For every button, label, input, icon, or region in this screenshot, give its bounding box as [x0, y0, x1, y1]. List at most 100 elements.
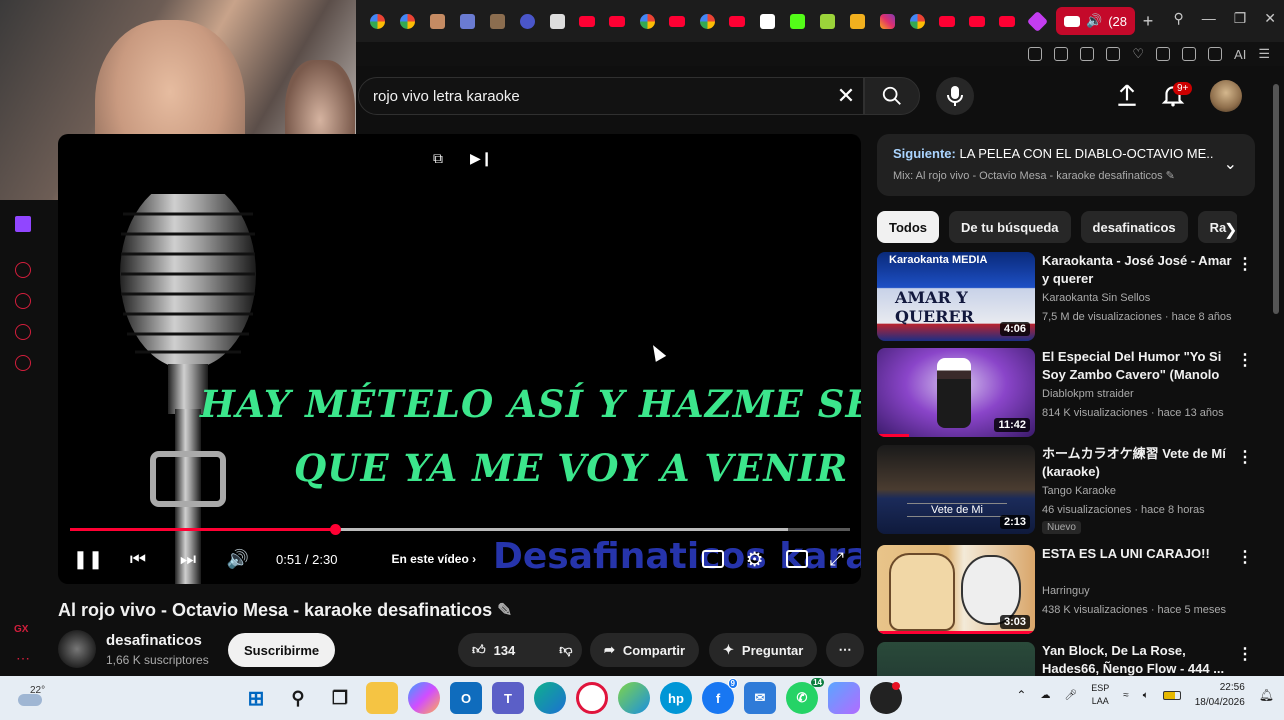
tab-google[interactable]: [632, 6, 662, 36]
teams-icon[interactable]: T: [492, 682, 524, 714]
tab-instagram[interactable]: [872, 6, 902, 36]
up-next-panel[interactable]: Siguiente: LA PELEA CON EL DIABLO-OCTAVI…: [877, 134, 1255, 196]
recommendation-item[interactable]: Yan Block, De La Rose, Hades66, Ñengo Fl…: [877, 642, 1257, 676]
pin-icon[interactable]: [1028, 47, 1043, 61]
hp-icon[interactable]: hp: [660, 682, 692, 714]
search-input[interactable]: rojo vivo letra karaoke: [358, 77, 864, 115]
tab-youtube[interactable]: [602, 6, 632, 36]
chevron-up-icon[interactable]: ⌃: [1016, 688, 1026, 702]
tab-youtube[interactable]: [572, 6, 602, 36]
tab-site[interactable]: [812, 6, 842, 36]
theater-mode-icon[interactable]: [785, 550, 808, 568]
extensions-icon[interactable]: [15, 324, 31, 340]
tab-site[interactable]: [542, 6, 572, 36]
subtitles-icon[interactable]: [701, 550, 724, 568]
twitch-icon[interactable]: [15, 216, 31, 232]
settings-icon[interactable]: [15, 355, 31, 371]
previous-button[interactable]: ⏮: [120, 542, 156, 576]
outlook-icon[interactable]: O: [450, 682, 482, 714]
more-vert-icon[interactable]: ⋮: [1237, 644, 1253, 664]
chapters-button[interactable]: En este vídeo ›: [391, 552, 476, 566]
tab-kick[interactable]: [782, 6, 812, 36]
scrollbar-thumb[interactable]: [1273, 84, 1279, 314]
thumbnail[interactable]: Karaokanta MEDIA AMAR Y QUERER 4:06: [877, 252, 1035, 341]
copilot-icon[interactable]: [408, 682, 440, 714]
play-icon[interactable]: [1106, 47, 1121, 61]
menu-icon[interactable]: ☰: [1258, 46, 1270, 62]
page-scrollbar[interactable]: [1272, 70, 1280, 676]
tab-youtube[interactable]: [662, 6, 692, 36]
download-icon[interactable]: [1182, 47, 1197, 61]
more-vert-icon[interactable]: ⋮: [1237, 547, 1253, 567]
tab-youtube[interactable]: [962, 6, 992, 36]
mail-icon[interactable]: ✉: [744, 682, 776, 714]
tab-site[interactable]: [482, 6, 512, 36]
edge-beta-icon[interactable]: [618, 682, 650, 714]
pause-button[interactable]: ❚❚: [70, 542, 106, 576]
thumbnail[interactable]: 3:03: [877, 545, 1035, 634]
edge-icon[interactable]: [534, 682, 566, 714]
recommendation-title[interactable]: ESTA ES LA UNI CARAJO!!: [1042, 545, 1232, 563]
recommendation-item[interactable]: Karaokanta MEDIA AMAR Y QUERER 4:06 Kara…: [877, 252, 1257, 342]
more-vert-icon[interactable]: ⋮: [1237, 447, 1253, 467]
shield-icon[interactable]: [1080, 47, 1095, 61]
recommendation-item[interactable]: Vete de Mi 2:13 ホームカラオケ練習 Vete de Mí (ka…: [877, 445, 1257, 535]
search-icon[interactable]: ⚲: [282, 682, 314, 714]
search-button[interactable]: [864, 77, 920, 115]
tab-site[interactable]: [1022, 6, 1052, 36]
progress-bar[interactable]: [70, 524, 850, 535]
recommendation-title[interactable]: ホームカラオケ練習 Vete de Mí (karaoke): [1042, 445, 1232, 481]
tab-active[interactable]: 🔊 (28: [1056, 7, 1135, 35]
language-indicator[interactable]: ESP LAA: [1091, 682, 1109, 708]
tab-site[interactable]: [452, 6, 482, 36]
tab-youtube[interactable]: [932, 6, 962, 36]
chevron-right-icon[interactable]: ❯: [1224, 220, 1237, 240]
ask-button[interactable]: ✦ Preguntar: [709, 633, 818, 667]
tab-site[interactable]: [422, 6, 452, 36]
clear-search-icon[interactable]: ✕: [834, 84, 858, 108]
tab-google[interactable]: [392, 6, 422, 36]
tab-youtube[interactable]: [992, 6, 1022, 36]
channel-avatar[interactable]: [58, 630, 96, 668]
chip-from-search[interactable]: De tu búsqueda: [949, 211, 1071, 243]
thumbnail[interactable]: [877, 642, 1035, 676]
file-explorer-icon[interactable]: [366, 682, 398, 714]
tab-google[interactable]: [362, 6, 392, 36]
minimize-icon[interactable]: —: [1202, 10, 1216, 27]
network-app-icon[interactable]: ☁: [1040, 690, 1050, 701]
tab-google[interactable]: [692, 6, 722, 36]
task-view-icon[interactable]: ❐: [324, 682, 356, 714]
battery-icon[interactable]: [1162, 690, 1181, 700]
tab-site[interactable]: [752, 6, 782, 36]
tab-site[interactable]: [842, 6, 872, 36]
skip-icon[interactable]: ▶❙: [470, 148, 493, 168]
next-button[interactable]: ⏭: [170, 542, 206, 576]
recommendation-title[interactable]: Karaokanta - José José - Amar y querer: [1042, 252, 1232, 288]
more-vert-icon[interactable]: ⋮: [1237, 350, 1253, 370]
weather-widget[interactable]: 22°: [16, 682, 56, 714]
more-icon[interactable]: ⋯: [16, 650, 30, 667]
recommendation-channel[interactable]: Diablokpm straider: [1042, 388, 1134, 400]
new-tab-button[interactable]: +: [1135, 11, 1161, 32]
wifi-icon[interactable]: ≈: [1123, 690, 1129, 701]
facebook-icon[interactable]: f9: [702, 678, 738, 714]
battery-icon[interactable]: [1208, 47, 1223, 61]
video-player[interactable]: ⧉ ▶❙ Hay mételo así y hazme sentir Que y…: [58, 134, 861, 584]
upload-icon[interactable]: [1114, 82, 1140, 108]
recommendation-title[interactable]: El Especial Del Humor "Yo Si Soy Zambo C…: [1042, 348, 1232, 384]
thumbnail[interactable]: 11:42: [877, 348, 1035, 437]
share-button[interactable]: ➦ Compartir: [590, 633, 700, 667]
like-button[interactable]: 👍︎ 134: [458, 633, 529, 667]
recommendation-channel[interactable]: Harringuy: [1042, 585, 1090, 597]
copilot-app-icon[interactable]: [828, 682, 860, 714]
gx-icon[interactable]: GX: [14, 624, 28, 635]
recommendation-title[interactable]: Yan Block, De La Rose, Hades66, Ñengo Fl…: [1042, 642, 1232, 676]
more-vert-icon[interactable]: ⋮: [1237, 254, 1253, 274]
volume-button[interactable]: 🔊: [220, 542, 256, 576]
miniplayer-icon[interactable]: ⧉: [428, 148, 448, 168]
tab-youtube[interactable]: [722, 6, 752, 36]
record-app-icon[interactable]: [870, 682, 902, 714]
maximize-icon[interactable]: ❐: [1234, 10, 1247, 27]
heart-icon[interactable]: ♡: [1132, 46, 1144, 62]
fullscreen-icon[interactable]: ⤢: [830, 549, 844, 570]
